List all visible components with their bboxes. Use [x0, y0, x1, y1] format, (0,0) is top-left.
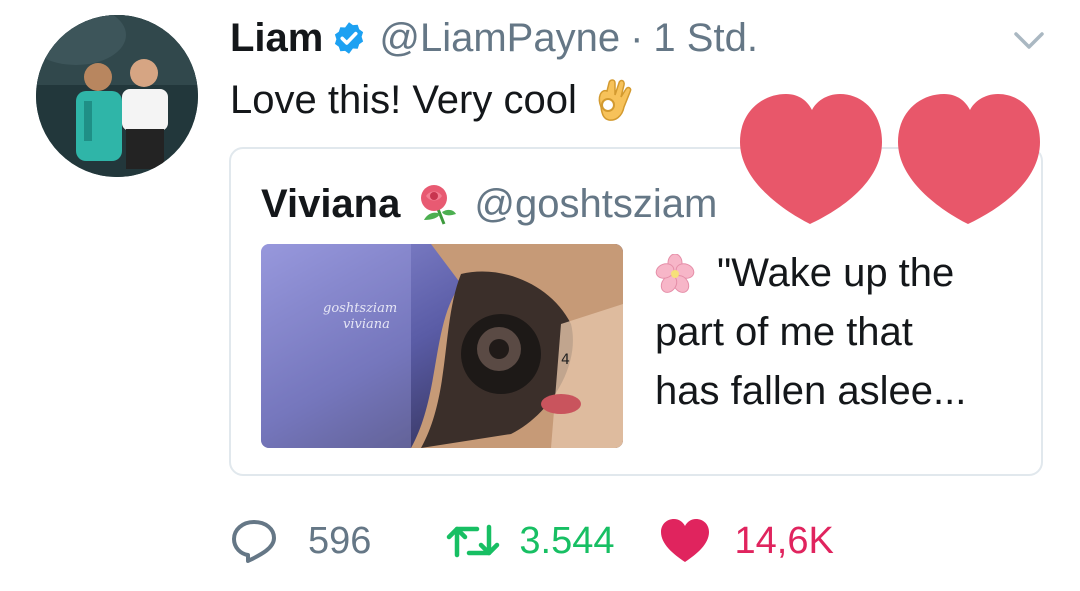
quoted-text-line-1: "Wake up the — [717, 251, 955, 295]
like-count: 14,6K — [734, 519, 834, 562]
avatar-photo — [36, 15, 198, 177]
quoted-text-line: has fallen aslee... — [655, 362, 1035, 421]
rose-emoji-icon — [421, 185, 457, 225]
image-watermark-line-2: viviana — [343, 317, 390, 332]
tweet-text-content: Love this! Very cool — [230, 78, 577, 122]
verified-badge-icon — [335, 22, 364, 54]
cherry-blossom-emoji-icon — [655, 253, 695, 293]
quoted-author-handle: @goshtsziam — [474, 181, 718, 226]
tweet-header: Liam @LiamPayne · 1 Std. — [230, 12, 758, 64]
retweet-count: 3.544 — [519, 519, 615, 562]
like-button[interactable]: 14,6K — [659, 518, 834, 564]
author-avatar[interactable] — [36, 15, 198, 177]
tattoo-artwork-image: 4 goshtsziam viviana — [261, 244, 623, 448]
reply-count: 596 — [308, 519, 372, 562]
heart-sticker-overlay — [740, 94, 1040, 224]
quoted-header: Viviana @goshtsziam — [261, 179, 717, 229]
svg-text:4: 4 — [561, 352, 570, 368]
tweet-text: Love this! Very cool — [230, 75, 635, 125]
quoted-text-line-2: part of me that — [655, 310, 913, 354]
image-watermark-line-1: goshtsziam — [323, 301, 397, 316]
heart-sticker-left — [740, 94, 882, 224]
quoted-text-line: part of me that — [655, 303, 1035, 362]
quoted-tweet-text: "Wake up the part of me that has fallen … — [655, 244, 1035, 421]
quoted-text-line: "Wake up the — [655, 244, 1035, 303]
tweet-timestamp[interactable]: 1 Std. — [653, 16, 758, 61]
reply-icon — [232, 520, 276, 563]
heart-sticker-right — [898, 94, 1040, 224]
chevron-down-icon[interactable] — [1012, 28, 1046, 54]
reply-button[interactable]: 596 — [230, 518, 371, 564]
retweet-button[interactable]: 3.544 — [445, 519, 615, 563]
quoted-author-name: Viviana — [261, 181, 401, 226]
author-handle[interactable]: @LiamPayne — [379, 16, 620, 61]
tweet-actions: 596 3.544 14,6K — [230, 512, 834, 570]
quoted-text-line-3: has fallen aslee... — [655, 369, 967, 413]
author-name[interactable]: Liam — [230, 16, 323, 61]
ok-hand-emoji-icon — [598, 79, 632, 121]
heart-icon — [660, 519, 709, 562]
quoted-media-image[interactable]: 4 goshtsziam viviana — [261, 244, 623, 448]
header-separator: · — [630, 15, 644, 60]
retweet-icon — [447, 524, 500, 558]
